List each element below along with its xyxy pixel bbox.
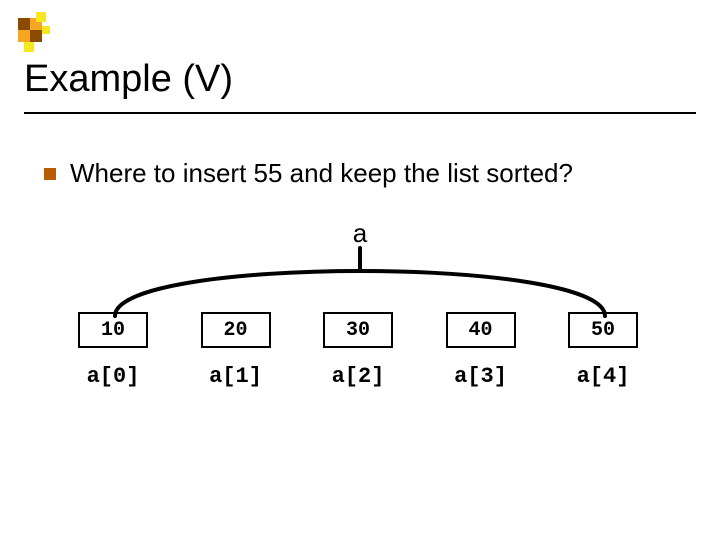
array-span-arc: [0, 238, 720, 318]
square-bullet-icon: [44, 168, 56, 180]
slide-logo: [18, 12, 66, 60]
title-underline: [24, 112, 696, 114]
array-cell: 20: [201, 312, 271, 348]
slide-title: Example (V): [24, 58, 233, 101]
array-cell: 10: [78, 312, 148, 348]
array-index-label: a[3]: [446, 364, 516, 389]
array-indices: a[0] a[1] a[2] a[3] a[4]: [78, 364, 638, 389]
bullet-row: Where to insert 55 and keep the list sor…: [44, 158, 573, 189]
array-index-label: a[2]: [323, 364, 393, 389]
array-cell: 50: [568, 312, 638, 348]
array-index-label: a[4]: [568, 364, 638, 389]
array-index-label: a[0]: [78, 364, 148, 389]
array-index-label: a[1]: [201, 364, 271, 389]
array-cell: 30: [323, 312, 393, 348]
array-cells: 10 20 30 40 50: [78, 312, 638, 348]
bullet-text: Where to insert 55 and keep the list sor…: [70, 158, 573, 189]
array-cell: 40: [446, 312, 516, 348]
